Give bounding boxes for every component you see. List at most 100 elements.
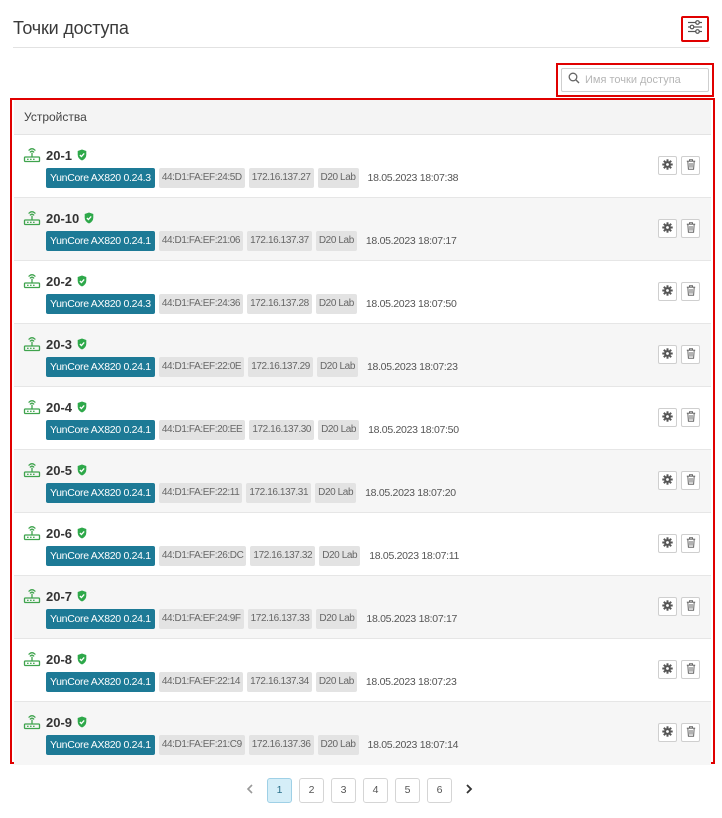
shield-check-icon [77,149,87,164]
settings-button[interactable] [658,408,677,427]
gear-icon [662,598,673,616]
list-item[interactable]: 20-8 YunCore AX820 0.24.1 44:D1:FA:EF:22… [14,639,711,702]
delete-button[interactable] [681,345,700,364]
devices-panel-header: Устройства [14,100,711,135]
gear-icon [662,346,673,364]
ip-badge: 172.16.137.28 [247,294,312,314]
ip-badge: 172.16.137.33 [247,609,313,629]
list-item[interactable]: 20-3 YunCore AX820 0.24.1 44:D1:FA:EF:22… [14,324,711,387]
row-actions [658,219,700,238]
page-button-2[interactable]: 2 [299,777,324,803]
location-badge: D20 Lab [315,294,357,314]
location-badge: D20 Lab [318,420,360,440]
mac-badge: 44:D1:FA:EF:26:DC [158,546,247,566]
location-badge: D20 Lab [315,231,357,251]
settings-button[interactable] [658,597,677,616]
model-badge: YunCore AX820 0.24.1 [46,609,155,629]
location-badge: D20 Lab [317,168,359,188]
shield-check-icon [77,338,87,353]
page-button-3[interactable]: 3 [331,777,356,803]
model-badge: YunCore AX820 0.24.3 [46,294,155,314]
last-seen-date: 18.05.2023 18:07:50 [365,298,457,310]
prev-page-button[interactable] [240,777,260,803]
devices-panel: Устройства 20-1 YunCore AX820 0.24.3 44:… [10,98,715,765]
settings-button[interactable] [658,534,677,553]
ip-badge: 172.16.137.36 [248,735,314,755]
page-numbers: 123456 [267,777,452,803]
search-field[interactable] [561,68,709,92]
device-name: 20-7 [46,589,73,604]
delete-button[interactable] [681,471,700,490]
delete-button[interactable] [681,660,700,679]
ip-badge: 172.16.137.31 [246,483,312,503]
device-name-line: 20-2 [46,274,87,290]
wifi-router-icon [23,146,41,168]
page-header: Точки доступа [13,14,710,48]
trash-icon [686,346,696,364]
list-item[interactable]: 20-2 YunCore AX820 0.24.3 44:D1:FA:EF:24… [14,261,711,324]
settings-button[interactable] [658,660,677,679]
wifi-router-icon [23,272,41,294]
filter-settings-button[interactable] [681,16,709,42]
settings-button[interactable] [658,471,677,490]
page-button-1[interactable]: 1 [267,777,292,803]
device-name: 20-3 [46,337,73,352]
row-actions [658,471,700,490]
trash-icon [686,157,696,175]
settings-button[interactable] [658,219,677,238]
row-actions [658,282,700,301]
wifi-router-icon [23,650,41,672]
shield-check-icon [77,527,87,542]
settings-button[interactable] [658,723,677,742]
delete-button[interactable] [681,156,700,175]
page-button-6[interactable]: 6 [427,777,452,803]
ip-badge: 172.16.137.37 [247,231,312,251]
search-input[interactable] [585,74,695,86]
list-item[interactable]: 20-10 YunCore AX820 0.24.1 44:D1:FA:EF:2… [14,198,711,261]
wifi-router-icon [23,335,41,357]
settings-button[interactable] [658,282,677,301]
delete-button[interactable] [681,282,700,301]
list-item[interactable]: 20-9 YunCore AX820 0.24.1 44:D1:FA:EF:21… [14,702,711,765]
device-tags: YunCore AX820 0.24.1 44:D1:FA:EF:22:14 1… [46,672,457,692]
delete-button[interactable] [681,723,700,742]
list-item[interactable]: 20-1 YunCore AX820 0.24.3 44:D1:FA:EF:24… [14,135,711,198]
settings-button[interactable] [658,345,677,364]
device-name: 20-5 [46,463,73,478]
list-item[interactable]: 20-6 YunCore AX820 0.24.1 44:D1:FA:EF:26… [14,513,711,576]
gear-icon [662,220,673,238]
device-name-line: 20-4 [46,400,87,416]
location-badge: D20 Lab [315,483,357,503]
gear-icon [662,661,673,679]
page-button-5[interactable]: 5 [395,777,420,803]
shield-check-icon [77,275,87,290]
gear-icon [662,283,673,301]
delete-button[interactable] [681,534,700,553]
last-seen-date: 18.05.2023 18:07:38 [367,172,459,184]
device-name: 20-8 [46,652,73,667]
location-badge: D20 Lab [316,609,358,629]
delete-button[interactable] [681,219,700,238]
delete-button[interactable] [681,597,700,616]
settings-button[interactable] [658,156,677,175]
gear-icon [662,409,673,427]
device-name: 20-9 [46,715,73,730]
mac-badge: 44:D1:FA:EF:24:36 [158,294,244,314]
pagination: 123456 [240,777,479,803]
page-button-4[interactable]: 4 [363,777,388,803]
next-page-button[interactable] [459,777,479,803]
list-item[interactable]: 20-5 YunCore AX820 0.24.1 44:D1:FA:EF:22… [14,450,711,513]
mac-badge: 44:D1:FA:EF:20:EE [158,420,246,440]
last-seen-date: 18.05.2023 18:07:14 [367,739,459,751]
device-name-line: 20-7 [46,589,87,605]
row-actions [658,597,700,616]
gear-icon [662,724,673,742]
list-item[interactable]: 20-7 YunCore AX820 0.24.1 44:D1:FA:EF:24… [14,576,711,639]
ip-badge: 172.16.137.32 [250,546,316,566]
delete-button[interactable] [681,408,700,427]
row-actions [658,156,700,175]
location-badge: D20 Lab [316,357,358,377]
list-item[interactable]: 20-4 YunCore AX820 0.24.1 44:D1:FA:EF:20… [14,387,711,450]
chevron-left-icon [246,781,254,799]
mac-badge: 44:D1:FA:EF:22:0E [158,357,245,377]
